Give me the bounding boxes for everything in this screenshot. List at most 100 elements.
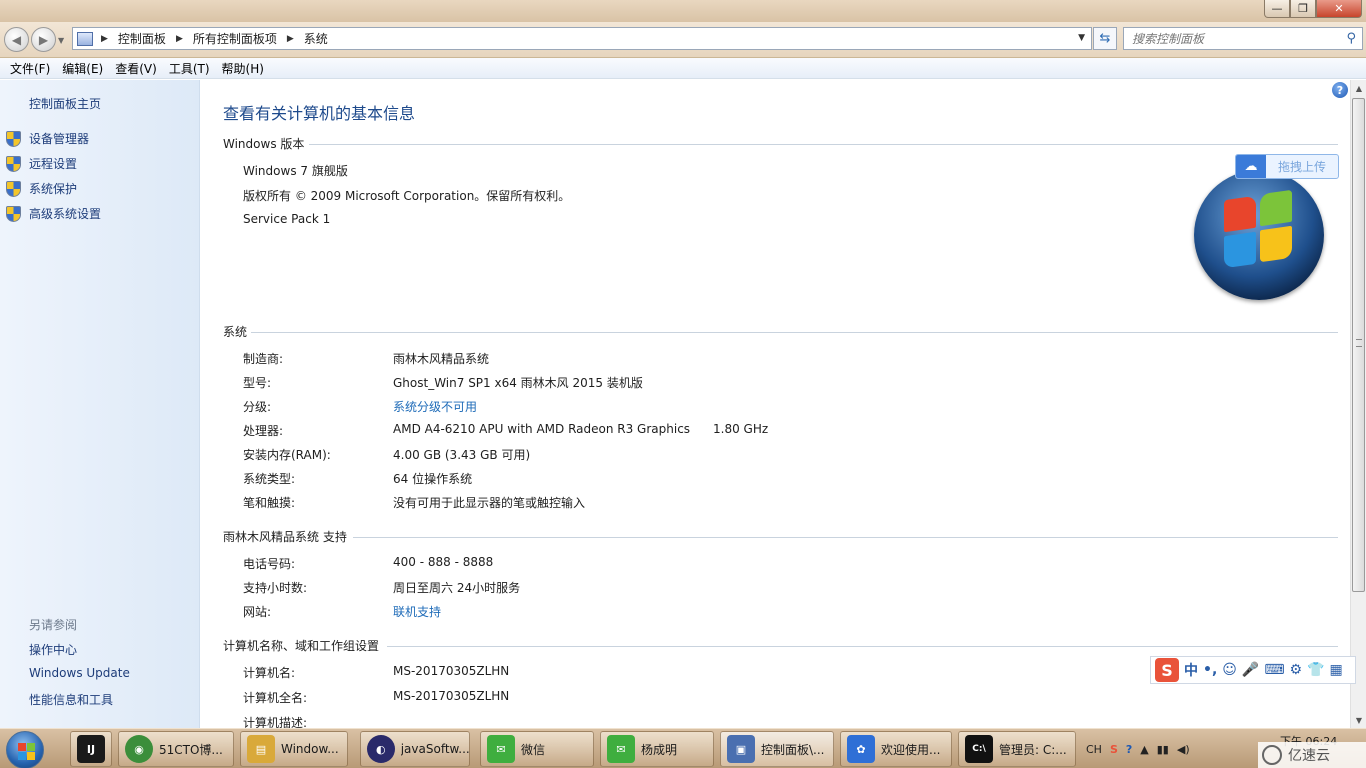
back-button[interactable]: ◀ <box>4 27 29 52</box>
taskbar-baidu-cloud[interactable]: ✿ 欢迎使用... <box>840 731 952 767</box>
menu-file[interactable]: 文件(F) <box>4 60 56 77</box>
menu-edit[interactable]: 编辑(E) <box>56 60 109 77</box>
ime-punctuation-icon[interactable]: •, <box>1203 662 1217 678</box>
search-input[interactable] <box>1132 31 1332 46</box>
rating-link[interactable]: 系统分级不可用 <box>393 398 477 415</box>
task-remote-settings[interactable]: 远程设置 <box>6 155 77 172</box>
edition-name: Windows 7 旗舰版 <box>243 164 348 178</box>
close-button[interactable]: ✕ <box>1316 0 1362 18</box>
taskbar-label: javaSoftw... <box>400 742 469 756</box>
chrome-icon: ◉ <box>125 735 153 763</box>
label-processor: 处理器: <box>243 424 284 438</box>
divider <box>387 646 1338 647</box>
search-icon[interactable]: ⚲ <box>1346 31 1356 46</box>
watermark: 亿速云 <box>1258 742 1366 768</box>
chevron-right-icon[interactable]: ▶ <box>287 34 294 44</box>
label-rating: 分级: <box>243 400 272 414</box>
scroll-up-icon[interactable]: ▲ <box>1351 80 1366 96</box>
label-system-type: 系统类型: <box>243 472 296 486</box>
windows-update-link[interactable]: Windows Update <box>29 666 130 680</box>
chevron-right-icon[interactable]: ▶ <box>101 34 108 44</box>
chevron-right-icon[interactable]: ▶ <box>176 34 183 44</box>
section-heading-edition: Windows 版本 <box>223 137 305 151</box>
vertical-scrollbar[interactable]: ▲ ▼ <box>1350 80 1366 728</box>
label-pen-touch: 笔和触摸: <box>243 496 296 510</box>
show-hidden-icons[interactable]: ▲ <box>1140 743 1148 756</box>
sogou-tray-icon[interactable]: S <box>1110 743 1118 756</box>
taskbar-wechat[interactable]: ✉ 微信 <box>480 731 594 767</box>
network-icon[interactable]: ▮▮ <box>1157 743 1169 756</box>
ime-tools-icon[interactable]: ⚙ <box>1290 662 1303 678</box>
language-indicator[interactable]: CH <box>1086 743 1102 756</box>
address-dropdown-icon[interactable]: ▼ <box>1078 33 1085 43</box>
scroll-thumb[interactable] <box>1352 98 1365 592</box>
task-label[interactable]: 高级系统设置 <box>29 205 101 222</box>
taskbar-cmd[interactable]: C:\ 管理员: C:... <box>958 731 1076 767</box>
address-bar[interactable]: ▶ 控制面板 ▶ 所有控制面板项 ▶ 系统 ▼ <box>72 27 1092 50</box>
performance-tools-link[interactable]: 性能信息和工具 <box>29 691 113 708</box>
taskbar-control-panel[interactable]: ▣ 控制面板\... <box>720 731 834 767</box>
shield-icon <box>6 205 21 222</box>
intellij-icon: IJ <box>77 735 105 763</box>
task-label[interactable]: 设备管理器 <box>29 130 89 147</box>
taskbar-wechat-chat[interactable]: ✉ 杨成明 <box>600 731 714 767</box>
scroll-down-icon[interactable]: ▼ <box>1351 712 1366 728</box>
value-model: Ghost_Win7 SP1 x64 雨林木风 2015 装机版 <box>393 376 643 390</box>
taskbar: IJ ◉ 51CTO博... ▤ Window... ◐ javaSoftw..… <box>0 728 1366 768</box>
menu-view[interactable]: 查看(V) <box>109 60 163 77</box>
task-system-protection[interactable]: 系统保护 <box>6 180 77 197</box>
action-center-link[interactable]: 操作中心 <box>29 641 77 658</box>
menu-bar: 文件(F) 编辑(E) 查看(V) 工具(T) 帮助(H) <box>0 58 1366 79</box>
taskbar-eclipse[interactable]: ◐ javaSoftw... <box>360 731 470 767</box>
online-support-link[interactable]: 联机支持 <box>393 603 441 620</box>
value-processor: AMD A4-6210 APU with AMD Radeon R3 Graph… <box>393 422 691 436</box>
drag-upload-button[interactable]: ☁ 拖拽上传 <box>1235 154 1339 179</box>
value-full-name: MS-20170305ZLHN <box>393 689 510 703</box>
maximize-button[interactable]: ❐ <box>1290 0 1316 18</box>
recent-pages-dropdown[interactable]: ▼ <box>58 36 64 45</box>
breadcrumb-control-panel[interactable]: 控制面板 <box>118 30 166 47</box>
volume-icon[interactable]: ◀) <box>1177 743 1190 756</box>
cloud-icon: ✿ <box>847 735 875 763</box>
task-device-manager[interactable]: 设备管理器 <box>6 130 89 147</box>
menu-help[interactable]: 帮助(H) <box>216 60 270 77</box>
control-panel-icon: ▣ <box>727 735 755 763</box>
section-heading-system: 系统 <box>223 325 248 339</box>
task-advanced-settings[interactable]: 高级系统设置 <box>6 205 101 222</box>
ime-emoji-icon[interactable]: ☺ <box>1222 662 1237 678</box>
help-icon[interactable]: ? <box>1332 82 1348 98</box>
ime-voice-icon[interactable]: 🎤 <box>1242 662 1259 678</box>
taskbar-label: 51CTO博... <box>159 742 223 757</box>
help-tray-icon[interactable]: ? <box>1126 743 1132 756</box>
ime-keyboard-icon[interactable]: ⌨ <box>1264 662 1284 678</box>
wechat-icon: ✉ <box>607 735 635 763</box>
task-label[interactable]: 远程设置 <box>29 155 77 172</box>
folder-icon: ▤ <box>247 735 275 763</box>
minimize-button[interactable]: — <box>1264 0 1290 18</box>
start-button[interactable] <box>6 731 44 768</box>
eclipse-icon: ◐ <box>367 735 395 763</box>
sogou-logo-icon[interactable]: S <box>1155 658 1179 682</box>
shield-icon <box>6 130 21 147</box>
forward-button[interactable]: ▶ <box>31 27 56 52</box>
breadcrumb-system[interactable]: 系统 <box>304 30 328 47</box>
breadcrumb-all-items[interactable]: 所有控制面板项 <box>193 30 277 47</box>
label-full-name: 计算机全名: <box>243 691 308 705</box>
section-heading-support: 雨林木风精品系统 支持 <box>223 530 347 544</box>
ime-skin-icon[interactable]: 👕 <box>1307 662 1324 678</box>
search-box[interactable]: ⚲ <box>1123 27 1363 50</box>
copyright-text: 版权所有 © 2009 Microsoft Corporation。保留所有权利… <box>243 189 571 203</box>
watermark-text: 亿速云 <box>1288 748 1330 764</box>
refresh-button[interactable]: ⇆ <box>1093 27 1117 50</box>
taskbar-explorer[interactable]: ▤ Window... <box>240 731 348 767</box>
ime-grid-icon[interactable]: ▦ <box>1330 662 1343 678</box>
taskbar-chrome[interactable]: ◉ 51CTO博... <box>118 731 234 767</box>
divider <box>309 144 1338 145</box>
ime-chinese-mode[interactable]: 中 <box>1184 660 1198 680</box>
task-label[interactable]: 系统保护 <box>29 180 77 197</box>
taskbar-label: 杨成明 <box>641 742 678 757</box>
taskbar-intellij[interactable]: IJ <box>70 731 112 767</box>
divider <box>251 332 1338 333</box>
control-panel-home-link[interactable]: 控制面板主页 <box>29 95 101 112</box>
menu-tools[interactable]: 工具(T) <box>163 60 216 77</box>
